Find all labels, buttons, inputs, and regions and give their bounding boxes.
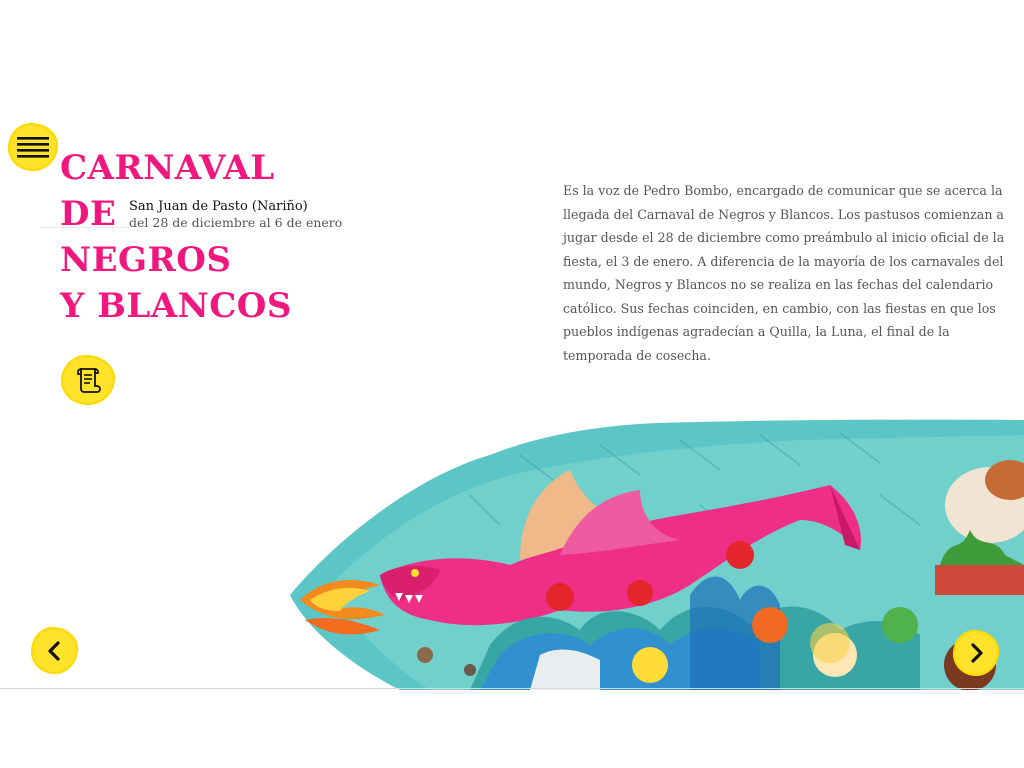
hamburger-menu-icon — [17, 137, 49, 158]
title-line-3: NEGROS — [60, 240, 232, 280]
page-title: CARNAVAL DE NEGROS Y BLANCOS — [60, 145, 292, 329]
chevron-right-icon — [971, 643, 983, 663]
chevron-left-icon — [47, 640, 60, 661]
title-line-1: CARNAVAL — [60, 148, 275, 188]
menu-button[interactable] — [8, 123, 58, 171]
dragon-carnival-illustration — [290, 419, 1024, 690]
location-label: San Juan de Pasto (Nariño) — [129, 199, 308, 214]
subtitle: San Juan de Pasto (Nariño) del 28 de dic… — [129, 199, 342, 230]
dates-label: del 28 de diciembre al 6 de enero — [129, 215, 343, 230]
document-button[interactable] — [61, 355, 115, 405]
subtitle-divider — [40, 227, 130, 228]
title-line-4: Y BLANCOS — [60, 286, 292, 326]
scroll-document-icon — [77, 368, 101, 393]
bottom-divider — [0, 688, 1024, 689]
body-paragraph: Es la voz de Pedro Bombo, encargado de c… — [563, 183, 1005, 363]
page: CARNAVAL DE NEGROS Y BLANCOS San Juan de… — [0, 0, 1024, 768]
